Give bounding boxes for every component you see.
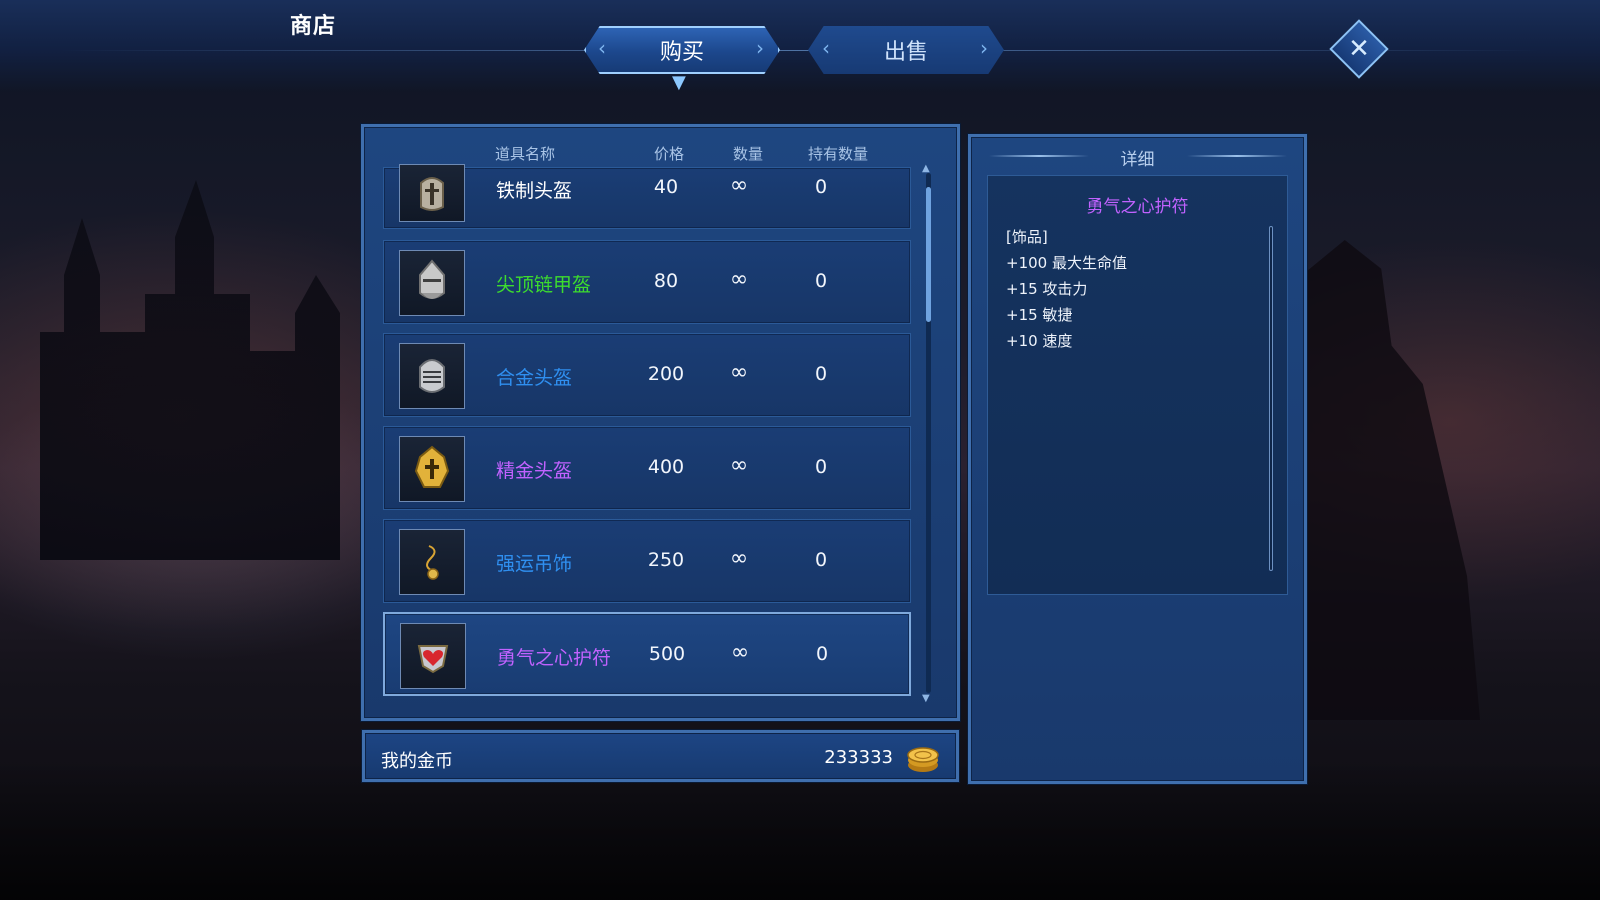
item-price: 250: [647, 549, 685, 571]
list-item-selected[interactable]: 勇气之心护符 500 ∞ 0: [383, 612, 911, 696]
item-held: 0: [814, 549, 828, 571]
active-tab-pointer-icon: ▼: [672, 72, 686, 93]
item-name: 勇气之心护符: [497, 647, 612, 669]
gold-amount: 233333: [824, 747, 893, 768]
item-held: 0: [814, 456, 828, 478]
detail-content: 勇气之心护符 [饰品] +100 最大生命值 +15 攻击力 +15 敏捷 +1…: [987, 175, 1288, 595]
item-held: 0: [814, 176, 828, 198]
item-name: 强运吊饰: [496, 553, 573, 575]
item-quantity: ∞: [729, 173, 749, 198]
detail-line: +15 敏捷: [1006, 306, 1073, 324]
page-title: 商店: [290, 14, 337, 39]
item-price: 400: [647, 456, 685, 478]
list-item[interactable]: 尖顶链甲盔 80 ∞ 0: [383, 240, 911, 324]
list-item[interactable]: 铁制头盔 40 ∞ 0: [383, 164, 911, 229]
list-item[interactable]: 合金头盔 200 ∞ 0: [383, 333, 911, 417]
gold-helmet-icon: [399, 436, 465, 502]
item-name: 尖顶链甲盔: [496, 274, 592, 296]
gold-label: 我的金币: [381, 751, 453, 772]
detail-scrollbar[interactable]: [1269, 226, 1273, 571]
chevron-left-icon: ‹: [822, 36, 830, 60]
item-quantity: ∞: [729, 546, 749, 571]
background-castle: [40, 180, 340, 560]
top-divider: [60, 50, 1540, 51]
item-quantity: ∞: [729, 453, 749, 478]
detail-line: +15 攻击力: [1006, 280, 1088, 298]
item-quantity: ∞: [729, 267, 749, 292]
item-price: 200: [647, 363, 685, 385]
column-header-name: 道具名称: [495, 145, 556, 163]
item-name: 精金头盔: [496, 460, 573, 482]
alloy-helmet-icon: [399, 343, 465, 409]
column-header-price: 价格: [654, 145, 685, 163]
chevron-right-icon: ›: [980, 36, 988, 60]
detail-header: 详细: [1120, 150, 1155, 170]
item-quantity: ∞: [730, 640, 750, 665]
column-header-held: 持有数量: [808, 145, 869, 163]
detail-item-name: 勇气之心护符: [1086, 197, 1189, 217]
heart-amulet-icon: [400, 623, 466, 689]
detail-line: +10 速度: [1006, 332, 1073, 350]
detail-panel: 详细 勇气之心护符 [饰品] +100 最大生命值 +15 攻击力 +15 敏捷…: [968, 134, 1307, 784]
tab-sell[interactable]: 出售: [808, 26, 1004, 74]
gold-panel: 我的金币 233333: [362, 730, 959, 782]
chevron-right-icon: ›: [756, 36, 764, 60]
detail-line: [饰品]: [1006, 228, 1048, 246]
item-list-panel: 道具名称 价格 数量 持有数量 铁制头盔 40 ∞ 0 尖顶链甲盔 80 ∞ 0…: [361, 124, 960, 721]
item-held: 0: [814, 270, 828, 292]
item-price: 500: [648, 643, 686, 665]
item-price: 40: [653, 176, 679, 198]
detail-line: +100 最大生命值: [1006, 254, 1127, 272]
list-scrollbar-thumb[interactable]: [926, 187, 931, 322]
item-name: 铁制头盔: [496, 180, 573, 202]
item-held: 0: [815, 643, 829, 665]
tab-buy[interactable]: 购买: [584, 26, 780, 74]
gold-coin-icon: [905, 741, 941, 777]
list-item[interactable]: 精金头盔 400 ∞ 0: [383, 426, 911, 510]
scroll-down-icon[interactable]: ▼: [922, 693, 930, 704]
item-quantity: ∞: [729, 360, 749, 385]
close-icon[interactable]: ✕: [1342, 28, 1376, 70]
iron-helmet-icon: [399, 164, 465, 222]
divider-ornament: [1187, 155, 1287, 157]
item-price: 80: [653, 270, 679, 292]
list-item[interactable]: 强运吊饰 250 ∞ 0: [383, 519, 911, 603]
pointed-chain-helmet-icon: [399, 250, 465, 316]
item-name: 合金头盔: [496, 367, 573, 389]
column-header-quantity: 数量: [733, 145, 764, 163]
chevron-left-icon: ‹: [598, 36, 606, 60]
luck-pendant-icon: [399, 529, 465, 595]
item-held: 0: [814, 363, 828, 385]
